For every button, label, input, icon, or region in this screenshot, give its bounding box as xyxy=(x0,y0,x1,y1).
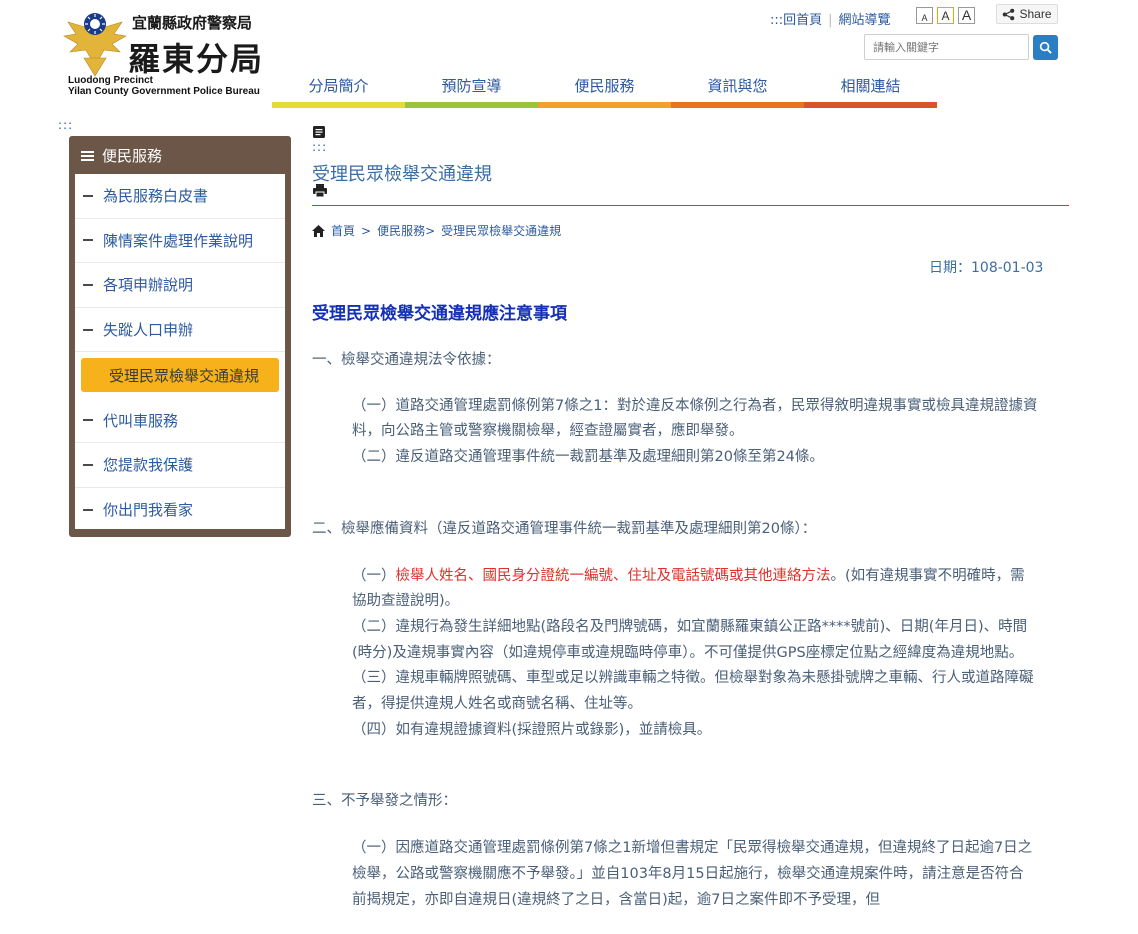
section-1-title: 一、檢舉交通違規法令依據： xyxy=(312,352,501,368)
sidebar-item-traffic-report[interactable]: 受理民眾檢舉交通違規 xyxy=(81,358,279,393)
nav-about[interactable]: 分局簡介 xyxy=(272,72,405,108)
sidebar-title: 便民服務 xyxy=(102,146,163,165)
share-button[interactable]: Share xyxy=(996,4,1058,24)
agency-name: 宜蘭縣政府警察局 xyxy=(132,14,253,32)
document-icon xyxy=(313,126,325,138)
search-input[interactable] xyxy=(864,34,1029,60)
nav-info[interactable]: 資訊與您 xyxy=(671,72,804,108)
dash-icon xyxy=(83,239,93,242)
home-icon xyxy=(312,224,325,237)
search-icon xyxy=(1039,41,1052,54)
required-info-highlight: 檢舉人姓名、國民身分證統一編號、住址及電話號碼或其他連絡方法 xyxy=(395,567,831,584)
dash-icon xyxy=(83,419,93,422)
police-emblem-icon xyxy=(63,13,127,77)
font-small-button[interactable]: A xyxy=(916,7,933,24)
dash-icon xyxy=(83,463,93,466)
sidebar-item-label: 失蹤人口申辦 xyxy=(103,321,194,340)
dash-icon xyxy=(89,374,99,377)
breadcrumb-current: 受理民眾檢舉交通違規 xyxy=(441,224,562,238)
top-links: :::回首頁 | 網站導覽 xyxy=(770,9,891,28)
sidebar: 便民服務 為民服務白皮書 陳情案件處理作業說明 各項申辦說明 失蹤人口申辦 受理… xyxy=(69,136,291,537)
title-divider xyxy=(312,205,1069,206)
section-2-para-1: （一）檢舉人姓名、國民身分證統一編號、住址及電話號碼或其他連絡方法。(如有違規事… xyxy=(312,564,1052,615)
accesskey-left[interactable]: ::: xyxy=(58,118,73,132)
sidebar-item-label: 受理民眾檢舉交通違規 xyxy=(109,366,260,385)
dash-icon xyxy=(83,283,93,286)
print-icon[interactable] xyxy=(313,184,327,197)
breadcrumb-services[interactable]: 便民服務> xyxy=(377,222,435,239)
article-body: 受理民眾檢舉交通違規應注意事項 一、檢舉交通違規法令依據： （一）道路交通管理處… xyxy=(312,302,1052,913)
font-large-button[interactable]: A xyxy=(958,7,975,24)
breadcrumb: 首頁 > 便民服務> 受理民眾檢舉交通違規 xyxy=(312,222,561,239)
section-2-title: 二、檢舉應備資料（違反道路交通管理事件統一裁罰基準及處理細則第20條）： xyxy=(312,520,817,537)
sidebar-list: 為民服務白皮書 陳情案件處理作業說明 各項申辦說明 失蹤人口申辦 受理民眾檢舉交… xyxy=(75,174,285,529)
para-prefix: （一） xyxy=(352,567,396,584)
sidebar-header: 便民服務 xyxy=(69,136,291,174)
sitemap-link[interactable]: 網站導覽 xyxy=(839,9,891,28)
sidebar-item-taxi[interactable]: 代叫車服務 xyxy=(75,398,285,443)
english-name-line1: Luodong Precinct xyxy=(68,75,153,86)
site-logo[interactable]: 宜蘭縣政府警察局 羅東分局 Luodong Precinct Yilan Cou… xyxy=(62,8,267,98)
sidebar-item-applications[interactable]: 各項申辦說明 xyxy=(75,263,285,308)
sidebar-item-whitepaper[interactable]: 為民服務白皮書 xyxy=(75,174,285,219)
dash-icon xyxy=(83,194,93,197)
search-button[interactable] xyxy=(1033,35,1058,60)
divider: | xyxy=(828,13,833,28)
article-heading: 受理民眾檢舉交通違規應注意事項 xyxy=(312,304,567,324)
section-1-para-1: （一）道路交通管理處罰條例第7條之1：對於違反本條例之行為者，民眾得敘明違規事實… xyxy=(352,397,1038,440)
dash-icon xyxy=(83,508,93,511)
sidebar-item-label: 為民服務白皮書 xyxy=(103,187,209,206)
sidebar-item-label: 各項申辦說明 xyxy=(103,276,194,295)
publish-date: 日期：108-01-03 xyxy=(929,260,1044,276)
sidebar-item-petition[interactable]: 陳情案件處理作業說明 xyxy=(75,219,285,264)
section-3-title: 三、不予舉發之情形： xyxy=(312,793,457,810)
main-nav: 分局簡介 預防宣導 便民服務 資訊與您 相關連結 xyxy=(272,72,937,108)
sidebar-item-withdrawal-protect[interactable]: 您提款我保護 xyxy=(75,443,285,488)
nav-links[interactable]: 相關連結 xyxy=(804,72,937,108)
section-3-para-1: （一）因應道路交通管理處罰條例第7條之1新增但書規定「民眾得檢舉交通違規，但違規… xyxy=(352,840,1033,908)
menu-icon xyxy=(81,150,94,161)
sidebar-item-label: 代叫車服務 xyxy=(103,411,179,430)
sidebar-item-home-watch[interactable]: 你出門我看家 xyxy=(75,488,285,533)
sidebar-item-label: 你出門我看家 xyxy=(103,501,194,520)
bureau-name: 羅東分局 xyxy=(128,40,265,78)
accesskey-main[interactable]: ::: xyxy=(312,140,327,154)
section-2-para-4: （四）如有違規證據資料(採證照片或錄影)，並請檢具。 xyxy=(352,721,712,738)
sidebar-item-label: 您提款我保護 xyxy=(103,456,194,475)
sidebar-item-label: 陳情案件處理作業說明 xyxy=(103,231,254,250)
share-icon xyxy=(1003,8,1015,20)
home-link[interactable]: :::回首頁 xyxy=(770,9,822,28)
breadcrumb-home[interactable]: 首頁 xyxy=(331,222,355,239)
section-2-para-2: （二）違規行為發生詳細地點(路段名及門牌號碼，如宜蘭縣羅東鎮公正路****號前)… xyxy=(352,618,1028,661)
dash-icon xyxy=(83,328,93,331)
english-name-line2: Yilan County Government Police Bureau xyxy=(68,86,260,97)
section-1-para-2: （二）違反道路交通管理事件統一裁罰基準及處理細則第20條至第24條。 xyxy=(352,449,824,466)
font-size-switcher: A A A xyxy=(916,7,975,24)
font-medium-button[interactable]: A xyxy=(937,7,954,24)
nav-prevention[interactable]: 預防宣導 xyxy=(405,72,538,108)
sidebar-item-missing-persons[interactable]: 失蹤人口申辦 xyxy=(75,308,285,353)
main-content: ::: 受理民眾檢舉交通違規 首頁 > 便民服務> 受理民眾檢舉交通違規 日期：… xyxy=(312,124,1069,908)
page-title: 受理民眾檢舉交通違規 xyxy=(312,164,492,185)
nav-services[interactable]: 便民服務 xyxy=(538,72,671,108)
share-label: Share xyxy=(1019,7,1052,21)
section-2-para-3: （三）違規車輛牌照號碼、車型或足以辨識車輛之特徵。但檢舉對象為未懸掛號牌之車輛、… xyxy=(352,670,1034,713)
breadcrumb-separator: > xyxy=(361,223,372,238)
